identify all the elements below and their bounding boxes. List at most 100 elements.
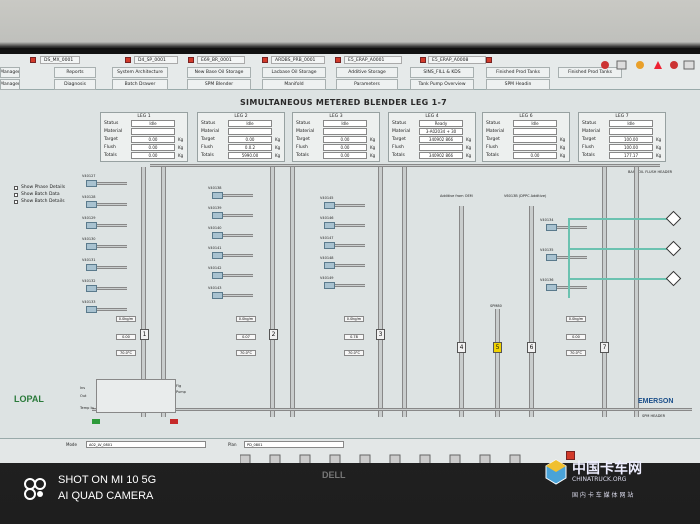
manager-button[interactable]: Manager (0, 67, 20, 78)
valve[interactable] (86, 264, 97, 271)
stop-button[interactable] (170, 419, 178, 424)
valve[interactable] (546, 284, 557, 291)
new-base-oil-storage-button[interactable]: New Base Oil Storage (187, 67, 251, 78)
valve[interactable] (324, 282, 335, 289)
pipe-flush-7 (634, 167, 639, 417)
manager-2-button[interactable]: Manager (0, 79, 20, 90)
status-icons[interactable] (240, 453, 560, 463)
tab-2[interactable]: D4_SP_0001 (134, 56, 178, 64)
tab-4[interactable]: ARDBS_PRB_0001 (271, 56, 325, 64)
tank-6[interactable]: 6 (527, 342, 536, 353)
show-phase-details-checkbox[interactable] (14, 186, 18, 190)
status-value: Idle (323, 120, 367, 127)
valve[interactable] (546, 254, 557, 261)
valve[interactable] (86, 201, 97, 208)
leg-title: LEG 3 (329, 114, 343, 119)
valve[interactable] (212, 252, 223, 259)
branch-pipe (97, 287, 127, 290)
branch-pipe (97, 224, 127, 227)
tab-1[interactable]: DS_MX_0001 (40, 56, 80, 64)
instrument-diamond-1[interactable] (665, 210, 682, 227)
branch-pipe (223, 294, 253, 297)
photo-stamp-line2: AI QUAD CAMERA (58, 490, 154, 502)
tank-7[interactable]: 7 (600, 342, 609, 353)
process-value: 0.00 (116, 334, 136, 340)
valve[interactable] (324, 242, 335, 249)
instrument-diamond-3[interactable] (665, 270, 682, 287)
pipe-flush-3 (402, 167, 407, 417)
instrument-diamond-2[interactable] (665, 240, 682, 257)
valve[interactable] (86, 180, 97, 187)
unit-label: Kg (466, 137, 472, 142)
reports-button[interactable]: Reports (54, 67, 96, 78)
finished-prod-tanks-button[interactable]: Finished Prod Tanks (486, 67, 550, 78)
valve-label: V40149 (320, 276, 334, 280)
valve[interactable] (86, 243, 97, 250)
valve[interactable] (324, 262, 335, 269)
valve[interactable] (324, 202, 335, 209)
alarm-indicator (420, 57, 426, 63)
pipe-leg-2 (270, 167, 275, 417)
process-value: 70.0°C (116, 350, 136, 356)
unit-label: Kg (656, 137, 662, 142)
valve[interactable] (86, 285, 97, 292)
valve[interactable] (212, 192, 223, 199)
status-label: Status (296, 121, 311, 126)
show-batch-details-label: Show Batch Details (21, 199, 65, 204)
tank-2[interactable]: 2 (269, 329, 278, 340)
tab-6[interactable]: E5_ERAP_A0008 (428, 56, 486, 64)
tab-5[interactable]: E5_ERAP_A0001 (344, 56, 402, 64)
sins-fill-button[interactable]: SINS_FILL & KDS (410, 67, 474, 78)
valve[interactable] (86, 222, 97, 229)
valve[interactable] (212, 272, 223, 279)
valve[interactable] (212, 212, 223, 219)
tank-1[interactable]: 1 (140, 329, 149, 340)
material-label: Material (582, 129, 601, 134)
plan-field[interactable]: PD_0801 (244, 441, 344, 448)
unit-label: Kg (178, 145, 184, 150)
parameters-button[interactable]: Parameters (336, 79, 398, 90)
system-architecture-button[interactable]: System Architecture (112, 67, 168, 78)
spm-blender-button[interactable]: SPM Blender (187, 79, 251, 90)
process-value: 0.0kg/m (344, 316, 364, 322)
totals-value: 5990.00 (228, 152, 272, 159)
tank-5[interactable]: 5 (493, 342, 502, 353)
diagnosis-button[interactable]: Diagnosis (54, 79, 96, 90)
valve[interactable] (212, 292, 223, 299)
leg-summary-box: LEG 6 Status Idle Material Target Kg Flush Kg To… (482, 112, 570, 162)
valve[interactable] (212, 232, 223, 239)
totals-value: 0.00 (513, 152, 557, 159)
tank-4[interactable]: 4 (457, 342, 466, 353)
show-batch-details-checkbox[interactable] (14, 200, 18, 204)
valve[interactable] (86, 306, 97, 313)
valve[interactable] (546, 224, 557, 231)
batch-drawer-button[interactable]: Batch Drawer (112, 79, 168, 90)
valve-label: V40145 (320, 196, 334, 200)
pipe-leg-4 (459, 206, 464, 417)
tab-3[interactable]: E69_BR_0001 (197, 56, 245, 64)
valve-label: V40135 (540, 248, 554, 252)
teal-line-1 (568, 218, 668, 220)
show-batch-data-checkbox[interactable] (14, 193, 18, 197)
additive-storage-button[interactable]: Additive Storage (336, 67, 398, 78)
toolbar-icons[interactable] (600, 58, 696, 72)
tank-pump-overview-button[interactable]: Tank Pump Overview (410, 79, 474, 90)
branch-pipe (335, 264, 365, 267)
spm-headin-button[interactable]: SPM Headin (486, 79, 550, 90)
tank-3[interactable]: 3 (376, 329, 385, 340)
watermark-site: CHINATRUCK.ORG (572, 476, 627, 483)
mode-field[interactable]: A02_LV_0801 (86, 441, 206, 448)
manifold-button[interactable]: Manifold (262, 79, 326, 90)
branch-pipe (223, 214, 253, 217)
valve[interactable] (324, 222, 335, 229)
start-button[interactable] (92, 419, 100, 424)
totals-value: 177.17 (609, 152, 653, 159)
branch-pipe (223, 274, 253, 277)
leg-title: LEG 2 (234, 114, 248, 119)
material-value (131, 128, 175, 135)
lacbase-oil-storage-button[interactable]: Lacbase Oil Storage (262, 67, 326, 78)
spm-header (92, 408, 692, 411)
unit-label: Kg (560, 137, 566, 142)
branch-pipe (97, 245, 127, 248)
additive-dppc-label: V6013B (DPPC Additive) (504, 194, 547, 198)
